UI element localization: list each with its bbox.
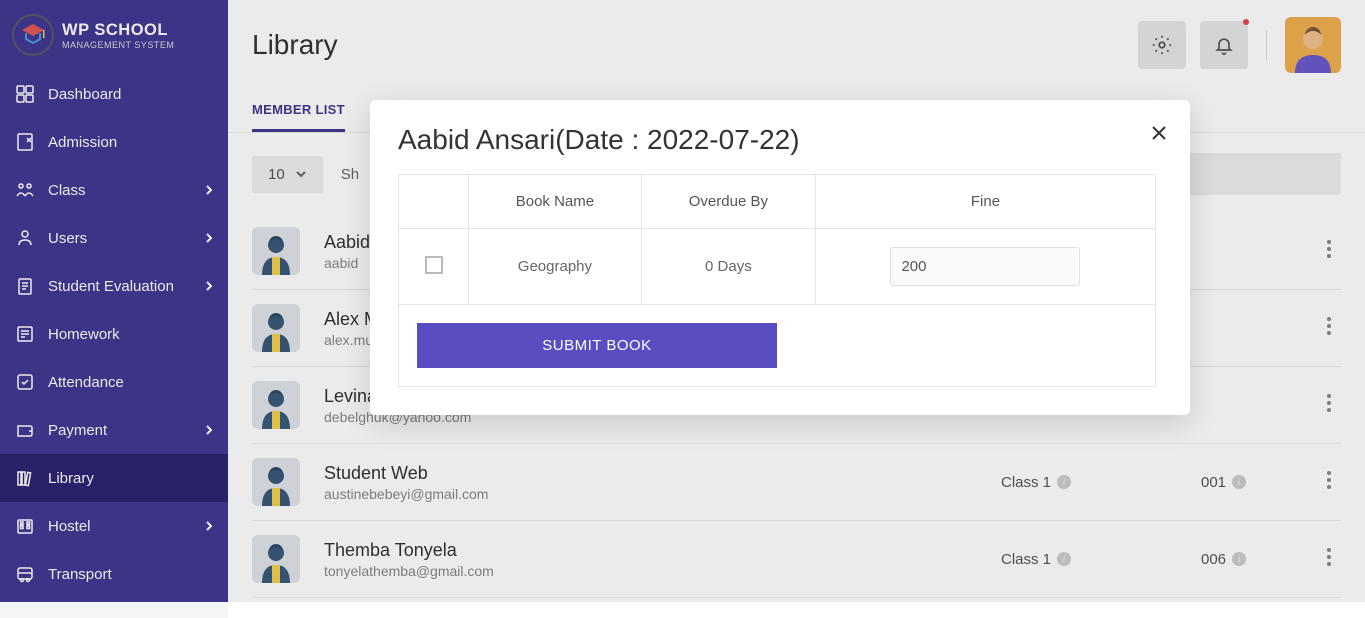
modal-close-button[interactable] — [1150, 122, 1168, 148]
fine-input[interactable] — [890, 247, 1080, 286]
modal-table: Book Name Overdue By Fine Geography 0 Da… — [398, 174, 1156, 387]
modal-row: Geography 0 Days — [399, 229, 1156, 305]
cell-overdue: 0 Days — [641, 229, 815, 305]
th-overdue: Overdue By — [641, 175, 815, 229]
modal-title: Aabid Ansari(Date : 2022-07-22) — [398, 124, 1162, 156]
submit-book-button[interactable]: SUBMIT BOOK — [417, 323, 777, 368]
th-book: Book Name — [469, 175, 642, 229]
th-fine: Fine — [815, 175, 1155, 229]
submit-book-modal: Aabid Ansari(Date : 2022-07-22) Book Nam… — [370, 100, 1190, 415]
row-checkbox[interactable] — [425, 256, 443, 274]
th-select — [399, 175, 469, 229]
close-icon — [1150, 124, 1168, 142]
cell-book: Geography — [469, 229, 642, 305]
